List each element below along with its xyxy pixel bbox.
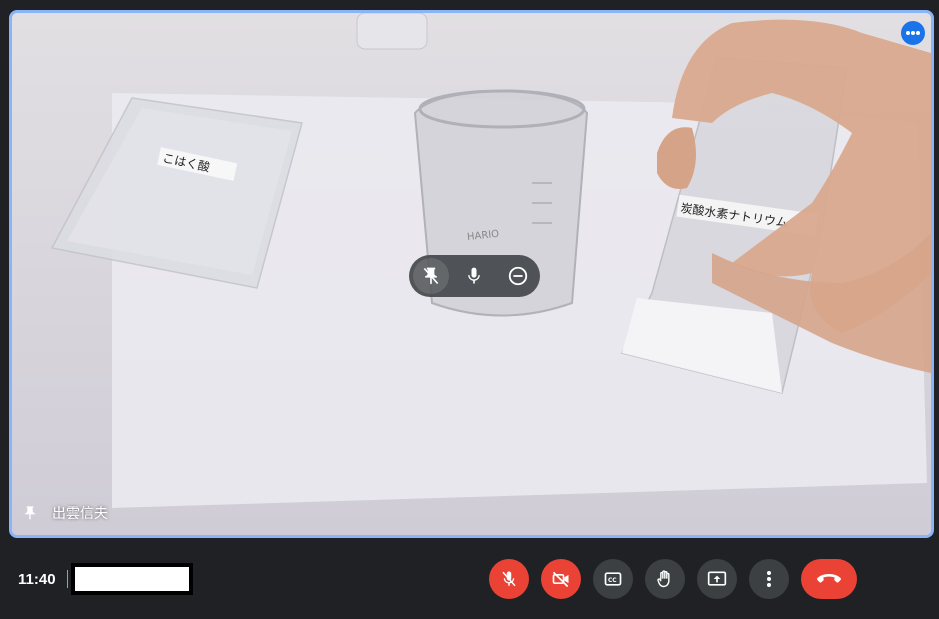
- svg-text:CC: CC: [608, 578, 617, 584]
- meeting-clock: 11:40: [18, 571, 56, 588]
- meeting-code-box: [71, 563, 193, 595]
- unpin-icon: [423, 267, 439, 285]
- present-now-button[interactable]: [697, 559, 737, 599]
- remove-circle-icon: [508, 266, 528, 286]
- raise-hand-icon: [657, 570, 670, 588]
- toggle-microphone-button[interactable]: [489, 559, 529, 599]
- unpin-button[interactable]: [412, 258, 449, 294]
- more-horiz-icon: [906, 31, 920, 35]
- remove-participant-button[interactable]: [500, 258, 536, 294]
- videocam-off-icon: [552, 571, 569, 588]
- mute-participant-button[interactable]: [456, 258, 492, 294]
- tile-hover-controls: [409, 255, 540, 297]
- more-options-button[interactable]: [749, 559, 789, 599]
- tile-more-options-button[interactable]: [901, 21, 925, 45]
- participant-name: 出雲信夫: [52, 505, 108, 521]
- raise-hand-button[interactable]: [645, 559, 685, 599]
- more-vert-icon: [767, 571, 771, 587]
- participant-name-label: 出雲信夫: [22, 503, 108, 523]
- divider: [67, 570, 68, 588]
- bottle-cap: [356, 13, 428, 50]
- call-end-icon: [817, 574, 841, 583]
- pin-icon: [25, 506, 35, 520]
- leave-call-button[interactable]: [801, 559, 857, 599]
- mic-off-icon: [502, 571, 516, 587]
- captions-button[interactable]: CC: [593, 559, 633, 599]
- mic-icon: [468, 267, 481, 284]
- closed-caption-icon: CC: [604, 572, 622, 586]
- meeting-controls-bar: 11:40 CC: [0, 548, 939, 619]
- toggle-camera-button[interactable]: [541, 559, 581, 599]
- present-screen-icon: [707, 571, 727, 586]
- participant-video-tile[interactable]: こはく酸 HARIO 炭酸水素ナトリウム 出雲信夫: [9, 10, 934, 538]
